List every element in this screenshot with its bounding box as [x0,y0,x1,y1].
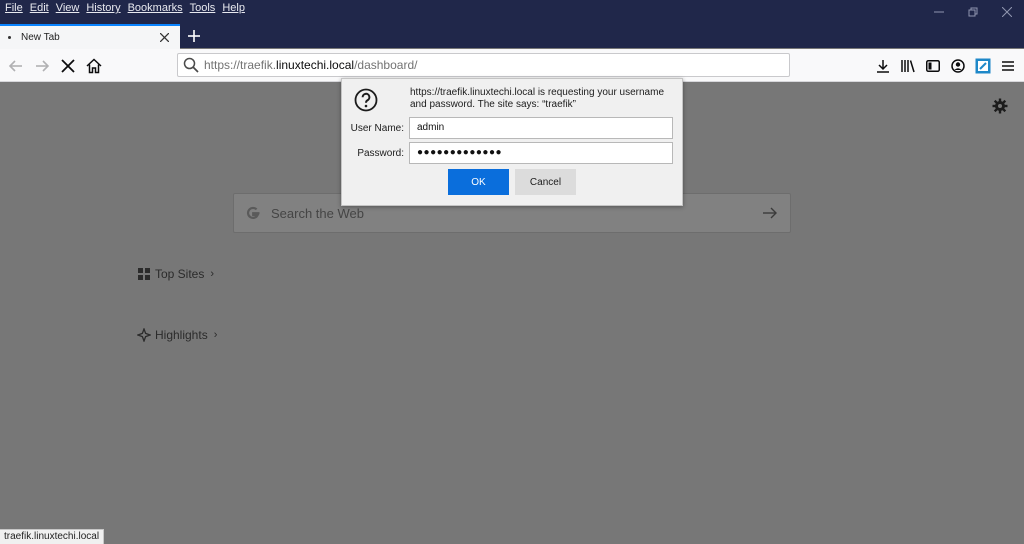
username-label: User Name: [350,123,404,134]
auth-dialog: https://traefik.linuxtechi.local is requ… [341,78,683,206]
password-field[interactable]: ●●●●●●●●●●●●● [409,142,673,164]
auth-message: https://traefik.linuxtechi.local is requ… [410,87,665,110]
menu-file[interactable]: File [3,0,25,16]
menu-help[interactable]: Help [220,0,247,16]
minimize-button[interactable] [922,0,956,24]
minimize-icon [934,11,944,13]
home-icon [86,58,102,74]
window-controls [922,0,1024,24]
url-bar[interactable]: https://traefik.linuxtechi.local/dashboa… [177,53,790,77]
forward-icon [36,60,50,72]
close-window-button[interactable] [990,0,1024,24]
question-icon [354,88,378,112]
status-bar: traefik.linuxtechi.local [0,529,105,544]
username-field[interactable]: admin [409,117,673,139]
chevron-right-icon: › [213,329,218,341]
download-icon [876,60,889,73]
menu-edit[interactable]: Edit [28,0,51,16]
menu-history[interactable]: History [84,0,122,16]
menu-button[interactable] [995,55,1020,77]
menu-bookmarks[interactable]: Bookmarks [126,0,185,16]
title-bar: File Edit View History Bookmarks Tools H… [0,0,1024,49]
extension-icon [975,58,990,74]
menu-icon [1001,61,1014,71]
menu-tools[interactable]: Tools [188,0,218,16]
library-button[interactable] [895,55,920,77]
library-icon [900,60,915,73]
tab-close-button[interactable] [156,30,172,46]
tab-title: New Tab [21,32,60,43]
plus-icon [188,30,200,42]
back-button[interactable] [5,55,27,77]
sidebar-icon [925,60,940,72]
url-prefix: https://traefik. [204,58,277,72]
restore-button[interactable] [956,0,990,24]
url-path: /dashboard/ [354,58,418,72]
extension-button[interactable] [970,55,995,77]
menu-bar: File Edit View History Bookmarks Tools H… [0,0,247,16]
highlights-label: Highlights [155,328,208,342]
ok-button[interactable]: OK [448,169,509,195]
account-icon [950,59,965,73]
back-icon [8,60,22,72]
sidebar-button[interactable] [920,55,945,77]
arrow-right-icon[interactable] [762,205,778,221]
close-icon [1002,7,1012,17]
stop-button[interactable] [57,55,79,77]
loading-dot-icon [8,36,11,39]
gear-icon[interactable] [991,97,1009,115]
account-button[interactable] [945,55,970,77]
top-sites-label: Top Sites [155,267,205,281]
downloads-button[interactable] [870,55,895,77]
menu-view[interactable]: View [54,0,82,16]
stop-icon [61,59,75,73]
restore-icon [968,7,978,17]
cancel-button[interactable]: Cancel [515,169,576,195]
highlights-icon [137,328,151,342]
close-icon [159,33,169,42]
toolbar-right [870,55,1020,77]
highlights-header[interactable]: Highlights › [137,328,217,342]
search-placeholder: Search the Web [271,205,364,221]
top-sites-header[interactable]: Top Sites › [137,267,214,281]
google-icon [247,206,260,220]
tab-new-tab[interactable]: New Tab [0,24,180,49]
forward-button[interactable] [31,55,53,77]
new-tab-button[interactable] [184,26,204,46]
password-label: Password: [357,148,404,159]
url-text: https://traefik.linuxtechi.local/dashboa… [204,58,417,72]
url-host: linuxtechi.local [276,58,355,72]
chevron-right-icon: › [210,268,215,280]
search-icon [183,57,199,73]
grid-icon [138,268,150,280]
home-button[interactable] [83,55,105,77]
